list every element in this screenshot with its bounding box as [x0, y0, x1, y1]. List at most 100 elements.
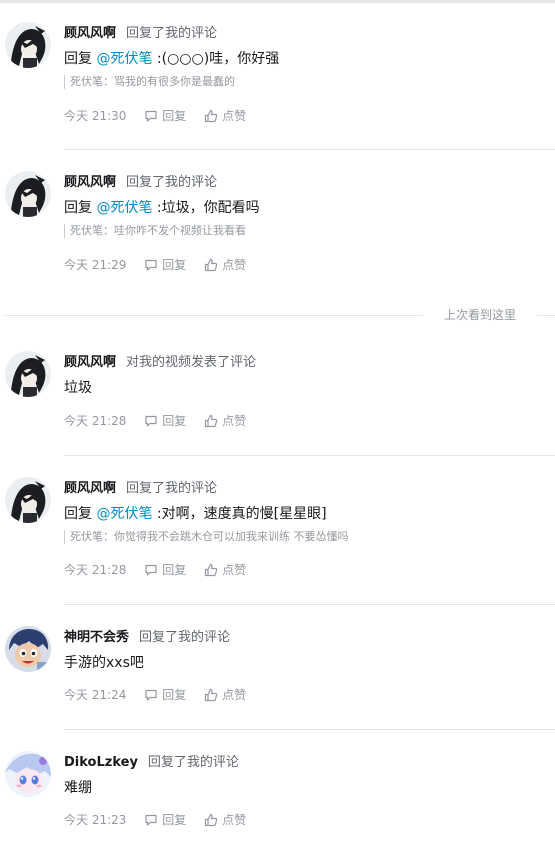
reply-label: 回复: [162, 413, 187, 428]
timestamp: 今天 21:23: [64, 812, 127, 827]
username[interactable]: 顾风风啊: [64, 481, 116, 496]
message-header: 顾风风啊 对我的视频发表了评论: [64, 351, 256, 371]
like-label: 点赞: [222, 812, 247, 827]
quoted-comment[interactable]: 死伏笔：骂我的有很多你是最蠢的: [64, 75, 235, 89]
message-text: :(○○○)哇，你好强: [156, 51, 280, 67]
message-content[interactable]: 回复 @死伏笔 :(○○○)哇，你好强: [64, 48, 279, 70]
action-text: 对我的视频发表了评论: [126, 355, 257, 370]
reply-label: 回复: [162, 108, 187, 123]
divider: [64, 455, 555, 456]
timestamp: 今天 21:29: [64, 257, 127, 272]
reply-button[interactable]: 回复: [144, 561, 186, 579]
message-text: 手游的xxs吧: [64, 655, 144, 671]
like-label: 点赞: [222, 687, 247, 702]
message-text: 难绷: [64, 780, 92, 796]
action-text: 回复了我的评论: [139, 630, 231, 645]
like-button[interactable]: 点赞: [204, 412, 246, 430]
mention-link[interactable]: @死伏笔: [96, 200, 152, 216]
message-meta: 今天 21:30 回复 点赞: [64, 106, 260, 124]
comment-icon: [145, 110, 157, 122]
mention-link[interactable]: @死伏笔: [96, 51, 152, 67]
avatar[interactable]: [5, 751, 51, 797]
thumbs-up-icon: [204, 688, 218, 701]
avatar[interactable]: [5, 626, 51, 672]
reply-prefix: 回复: [64, 506, 92, 522]
username[interactable]: 神明不会秀: [64, 630, 129, 645]
divider: [64, 149, 555, 150]
action-text: 回复了我的评论: [126, 26, 218, 41]
last-seen-marker: 上次看到这里: [0, 307, 555, 323]
divider: [537, 315, 555, 316]
message-meta: 今天 21:23 回复 点赞: [64, 810, 260, 828]
avatar[interactable]: [5, 171, 51, 217]
reply-button[interactable]: 回复: [144, 256, 186, 274]
reply-label: 回复: [162, 812, 187, 827]
comment-icon: [145, 689, 157, 701]
message-content[interactable]: 回复 @死伏笔 :对啊，速度真的慢[星星眼]: [64, 503, 327, 525]
reply-label: 回复: [162, 687, 187, 702]
message-content[interactable]: 垃圾: [64, 377, 92, 399]
comment-icon: [145, 564, 157, 576]
divider: [64, 729, 555, 730]
avatar[interactable]: [5, 351, 51, 397]
reply-label: 回复: [162, 257, 187, 272]
timestamp: 今天 21:28: [64, 562, 127, 577]
like-label: 点赞: [222, 562, 247, 577]
like-label: 点赞: [222, 108, 247, 123]
reply-prefix: 回复: [64, 51, 92, 67]
message-content[interactable]: 回复 @死伏笔 :垃圾，你配看吗: [64, 197, 260, 219]
message-text: 垃圾: [64, 380, 92, 396]
mention-link[interactable]: @死伏笔: [96, 506, 152, 522]
comment-icon: [145, 259, 157, 271]
message-meta: 今天 21:29 回复 点赞: [64, 255, 260, 273]
thumbs-up-icon: [204, 414, 218, 427]
reply-button[interactable]: 回复: [144, 107, 186, 125]
reply-button[interactable]: 回复: [144, 686, 186, 704]
username[interactable]: 顾风风啊: [64, 26, 116, 41]
top-border: [0, 0, 555, 3]
message-meta: 今天 21:28 回复 点赞: [64, 560, 260, 578]
like-button[interactable]: 点赞: [204, 686, 246, 704]
message-header: 顾风风啊 回复了我的评论: [64, 171, 217, 191]
reply-label: 回复: [162, 562, 187, 577]
message-content[interactable]: 难绷: [64, 777, 92, 799]
reply-button[interactable]: 回复: [144, 412, 186, 430]
message-header: 顾风风啊 回复了我的评论: [64, 477, 217, 497]
like-label: 点赞: [222, 413, 247, 428]
like-button[interactable]: 点赞: [204, 561, 246, 579]
avatar[interactable]: [5, 477, 51, 523]
message-header: DikoLzkey 回复了我的评论: [64, 751, 239, 771]
message-meta: 今天 21:28 回复 点赞: [64, 411, 260, 429]
thumbs-up-icon: [204, 109, 218, 122]
thumbs-up-icon: [204, 813, 218, 826]
quoted-comment[interactable]: 死伏笔：哇你咋不发个视频让我看看: [64, 224, 246, 238]
reply-prefix: 回复: [64, 200, 92, 216]
comment-icon: [145, 415, 157, 427]
message-text: :垃圾，你配看吗: [156, 200, 260, 216]
like-button[interactable]: 点赞: [204, 107, 246, 125]
quoted-comment[interactable]: 死伏笔：你觉得我不会跳木仓可以加我来训练 不要怂懂吗: [64, 530, 349, 544]
like-button[interactable]: 点赞: [204, 811, 246, 829]
divider: [5, 315, 423, 316]
avatar[interactable]: [5, 22, 51, 68]
message-header: 顾风风啊 回复了我的评论: [64, 22, 217, 42]
divider: [64, 604, 555, 605]
message-header: 神明不会秀 回复了我的评论: [64, 626, 230, 646]
like-label: 点赞: [222, 257, 247, 272]
action-text: 回复了我的评论: [126, 481, 218, 496]
message-text: :对啊，速度真的慢[星星眼]: [156, 506, 327, 522]
thumbs-up-icon: [204, 563, 218, 576]
action-text: 回复了我的评论: [126, 175, 218, 190]
username[interactable]: 顾风风啊: [64, 355, 116, 370]
reply-button[interactable]: 回复: [144, 811, 186, 829]
username[interactable]: DikoLzkey: [64, 755, 138, 770]
comment-icon: [145, 814, 157, 826]
timestamp: 今天 21:28: [64, 413, 127, 428]
message-meta: 今天 21:24 回复 点赞: [64, 685, 260, 703]
username[interactable]: 顾风风啊: [64, 175, 116, 190]
like-button[interactable]: 点赞: [204, 256, 246, 274]
message-content[interactable]: 手游的xxs吧: [64, 652, 144, 674]
last-seen-label: 上次看到这里: [444, 308, 517, 322]
timestamp: 今天 21:24: [64, 687, 127, 702]
timestamp: 今天 21:30: [64, 108, 127, 123]
